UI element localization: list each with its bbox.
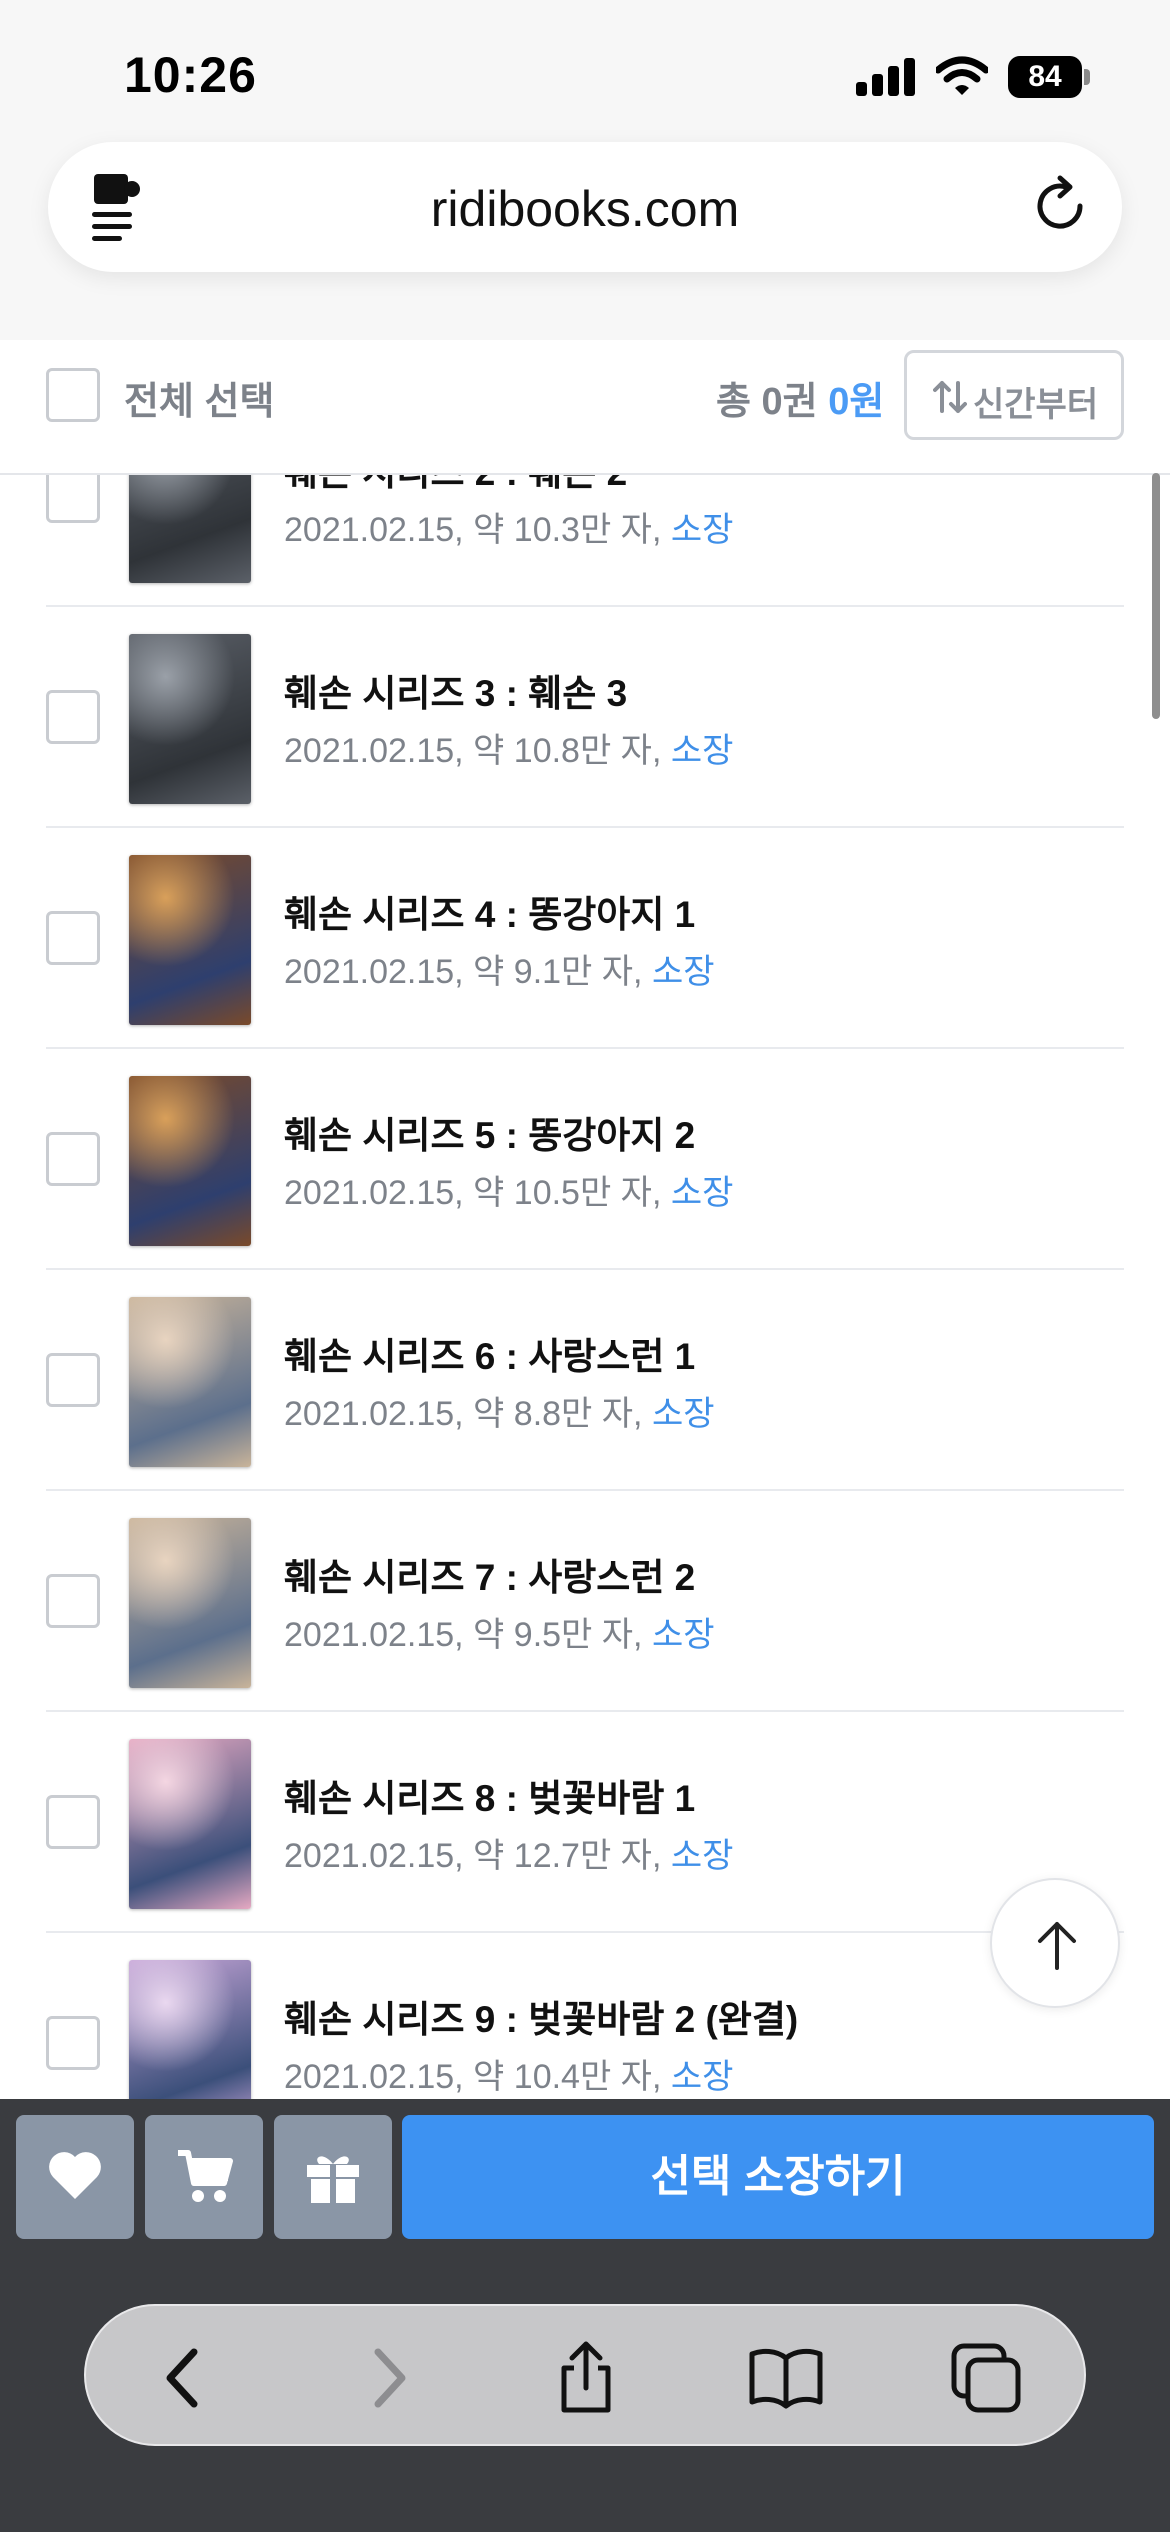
- book-meta: 2021.02.15, 약 10.8만 자, 소장: [284, 723, 733, 772]
- sort-button[interactable]: 신간부터: [904, 350, 1124, 440]
- chevron-left-icon[interactable]: [148, 2340, 224, 2416]
- total-summary: 총 0권 0원: [716, 370, 884, 425]
- book-checkbox[interactable]: [46, 1795, 100, 1849]
- book-date: 2021.02.15, 약 12.7만 자,: [284, 1837, 662, 1875]
- book-date: 2021.02.15, 약 10.8만 자,: [284, 732, 662, 770]
- book-title[interactable]: 훼손 시리즈 2 : 훼손 2: [284, 475, 627, 496]
- book-meta: 2021.02.15, 약 10.5만 자, 소장: [284, 1165, 733, 1214]
- book-checkbox[interactable]: [46, 1353, 100, 1407]
- share-icon[interactable]: [548, 2340, 624, 2416]
- book-checkbox[interactable]: [46, 2016, 100, 2070]
- book-cover[interactable]: [129, 1076, 251, 1246]
- book-own-link[interactable]: 소장: [671, 732, 734, 770]
- book-own-link[interactable]: 소장: [671, 511, 734, 549]
- url-text: ridibooks.com: [430, 181, 740, 237]
- book-cover[interactable]: [129, 1297, 251, 1467]
- book-title[interactable]: 훼손 시리즈 5 : 똥강아지 2: [284, 1105, 695, 1159]
- browser-nav-pill: [84, 2304, 1086, 2446]
- book-own-link[interactable]: 소장: [671, 1837, 734, 1875]
- book-meta: 2021.02.15, 약 8.8만 자, 소장: [284, 1386, 715, 1435]
- book-cover[interactable]: [129, 855, 251, 1025]
- book-meta: 2021.02.15, 약 9.5만 자, 소장: [284, 1607, 715, 1656]
- select-all-label: 전체 선택: [124, 381, 275, 423]
- arrow-up-icon: [1038, 1922, 1076, 1970]
- book-own-link[interactable]: 소장: [671, 2058, 734, 2096]
- book-icon[interactable]: [748, 2340, 824, 2416]
- cart-button[interactable]: [145, 2115, 263, 2239]
- book-meta: 2021.02.15, 약 10.3만 자, 소장: [284, 502, 733, 551]
- book-cover[interactable]: [129, 475, 251, 583]
- book-own-link[interactable]: 소장: [652, 953, 715, 991]
- book-row[interactable]: 훼손 시리즈 5 : 똥강아지 2 2021.02.15, 약 10.5만 자,…: [46, 1049, 1124, 1270]
- wifi-icon: [936, 56, 988, 95]
- book-date: 2021.02.15, 약 9.1만 자,: [284, 953, 643, 991]
- book-row[interactable]: 훼손 시리즈 7 : 사랑스런 2 2021.02.15, 약 9.5만 자, …: [46, 1491, 1124, 1712]
- scroll-indicator[interactable]: [1152, 473, 1160, 719]
- cellular-signal-icon: [856, 58, 916, 96]
- total-count: 총 0권: [716, 381, 818, 423]
- book-row[interactable]: 훼손 시리즈 4 : 똥강아지 1 2021.02.15, 약 9.1만 자, …: [46, 828, 1124, 1049]
- book-row[interactable]: 훼손 시리즈 3 : 훼손 3 2021.02.15, 약 10.8만 자, 소…: [46, 607, 1124, 828]
- book-own-link[interactable]: 소장: [652, 1395, 715, 1433]
- book-row[interactable]: 훼손 시리즈 6 : 사랑스런 1 2021.02.15, 약 8.8만 자, …: [46, 1270, 1124, 1491]
- book-meta: 2021.02.15, 약 9.1만 자, 소장: [284, 944, 715, 993]
- book-checkbox[interactable]: [46, 1574, 100, 1628]
- cart-icon: [178, 2150, 233, 2202]
- book-checkbox[interactable]: [46, 1132, 100, 1186]
- total-amount: 0원: [828, 381, 885, 423]
- book-meta: 2021.02.15, 약 10.4만 자, 소장: [284, 2049, 733, 2098]
- tabs-icon[interactable]: [948, 2340, 1024, 2416]
- book-list: 훼손 시리즈 2 : 훼손 2 2021.02.15, 약 10.3만 자, 소…: [0, 475, 1170, 2099]
- book-checkbox[interactable]: [46, 911, 100, 965]
- book-row[interactable]: 훼손 시리즈 8 : 벚꽃바람 1 2021.02.15, 약 12.7만 자,…: [46, 1712, 1124, 1933]
- status-bar: 10:26 84: [0, 0, 1170, 140]
- book-own-link[interactable]: 소장: [671, 1174, 734, 1212]
- sort-label: 신간부터: [973, 386, 1099, 424]
- select-all-checkbox[interactable]: [46, 368, 100, 422]
- book-cover[interactable]: [129, 1518, 251, 1688]
- book-date: 2021.02.15, 약 8.8만 자,: [284, 1395, 643, 1433]
- address-bar[interactable]: ridibooks.com: [48, 142, 1122, 272]
- book-own-link[interactable]: 소장: [652, 1616, 715, 1654]
- book-title[interactable]: 훼손 시리즈 7 : 사랑스런 2: [284, 1547, 695, 1601]
- book-cover[interactable]: [129, 1960, 251, 2099]
- reload-icon[interactable]: [1026, 172, 1094, 240]
- action-bar: 선택 소장하기: [0, 2099, 1170, 2256]
- book-cover[interactable]: [129, 1739, 251, 1909]
- book-date: 2021.02.15, 약 10.3만 자,: [284, 511, 662, 549]
- status-time: 10:26: [124, 47, 257, 103]
- book-checkbox[interactable]: [46, 690, 100, 744]
- gift-button[interactable]: [274, 2115, 392, 2239]
- sort-icon: [933, 381, 967, 413]
- book-title[interactable]: 훼손 시리즈 9 : 벚꽃바람 2 (완결): [284, 1989, 798, 2043]
- battery-level: 84: [1008, 56, 1082, 98]
- book-title[interactable]: 훼손 시리즈 4 : 똥강아지 1: [284, 884, 695, 938]
- browser-toolbar: [0, 2256, 1170, 2532]
- heart-icon: [49, 2152, 101, 2199]
- gift-icon: [307, 2156, 359, 2203]
- scroll-top-button[interactable]: [990, 1878, 1120, 2008]
- book-date: 2021.02.15, 약 9.5만 자,: [284, 1616, 643, 1654]
- buy-selected-button[interactable]: 선택 소장하기: [402, 2115, 1154, 2239]
- book-cover[interactable]: [129, 634, 251, 804]
- book-checkbox[interactable]: [46, 475, 100, 523]
- book-date: 2021.02.15, 약 10.5만 자,: [284, 1174, 662, 1212]
- wishlist-button[interactable]: [16, 2115, 134, 2239]
- selection-header: 전체 선택 총 0권 0원 신간부터: [0, 340, 1170, 475]
- book-meta: 2021.02.15, 약 12.7만 자, 소장: [284, 1828, 733, 1877]
- book-row[interactable]: 훼손 시리즈 9 : 벚꽃바람 2 (완결) 2021.02.15, 약 10.…: [46, 1933, 1124, 2099]
- book-title[interactable]: 훼손 시리즈 3 : 훼손 3: [284, 663, 627, 717]
- chevron-right-icon[interactable]: [348, 2340, 424, 2416]
- battery-icon: 84: [1008, 56, 1090, 98]
- book-title[interactable]: 훼손 시리즈 6 : 사랑스런 1: [284, 1326, 695, 1380]
- book-title[interactable]: 훼손 시리즈 8 : 벚꽃바람 1: [284, 1768, 695, 1822]
- book-date: 2021.02.15, 약 10.4만 자,: [284, 2058, 662, 2096]
- book-row[interactable]: 훼손 시리즈 2 : 훼손 2 2021.02.15, 약 10.3만 자, 소…: [46, 475, 1124, 607]
